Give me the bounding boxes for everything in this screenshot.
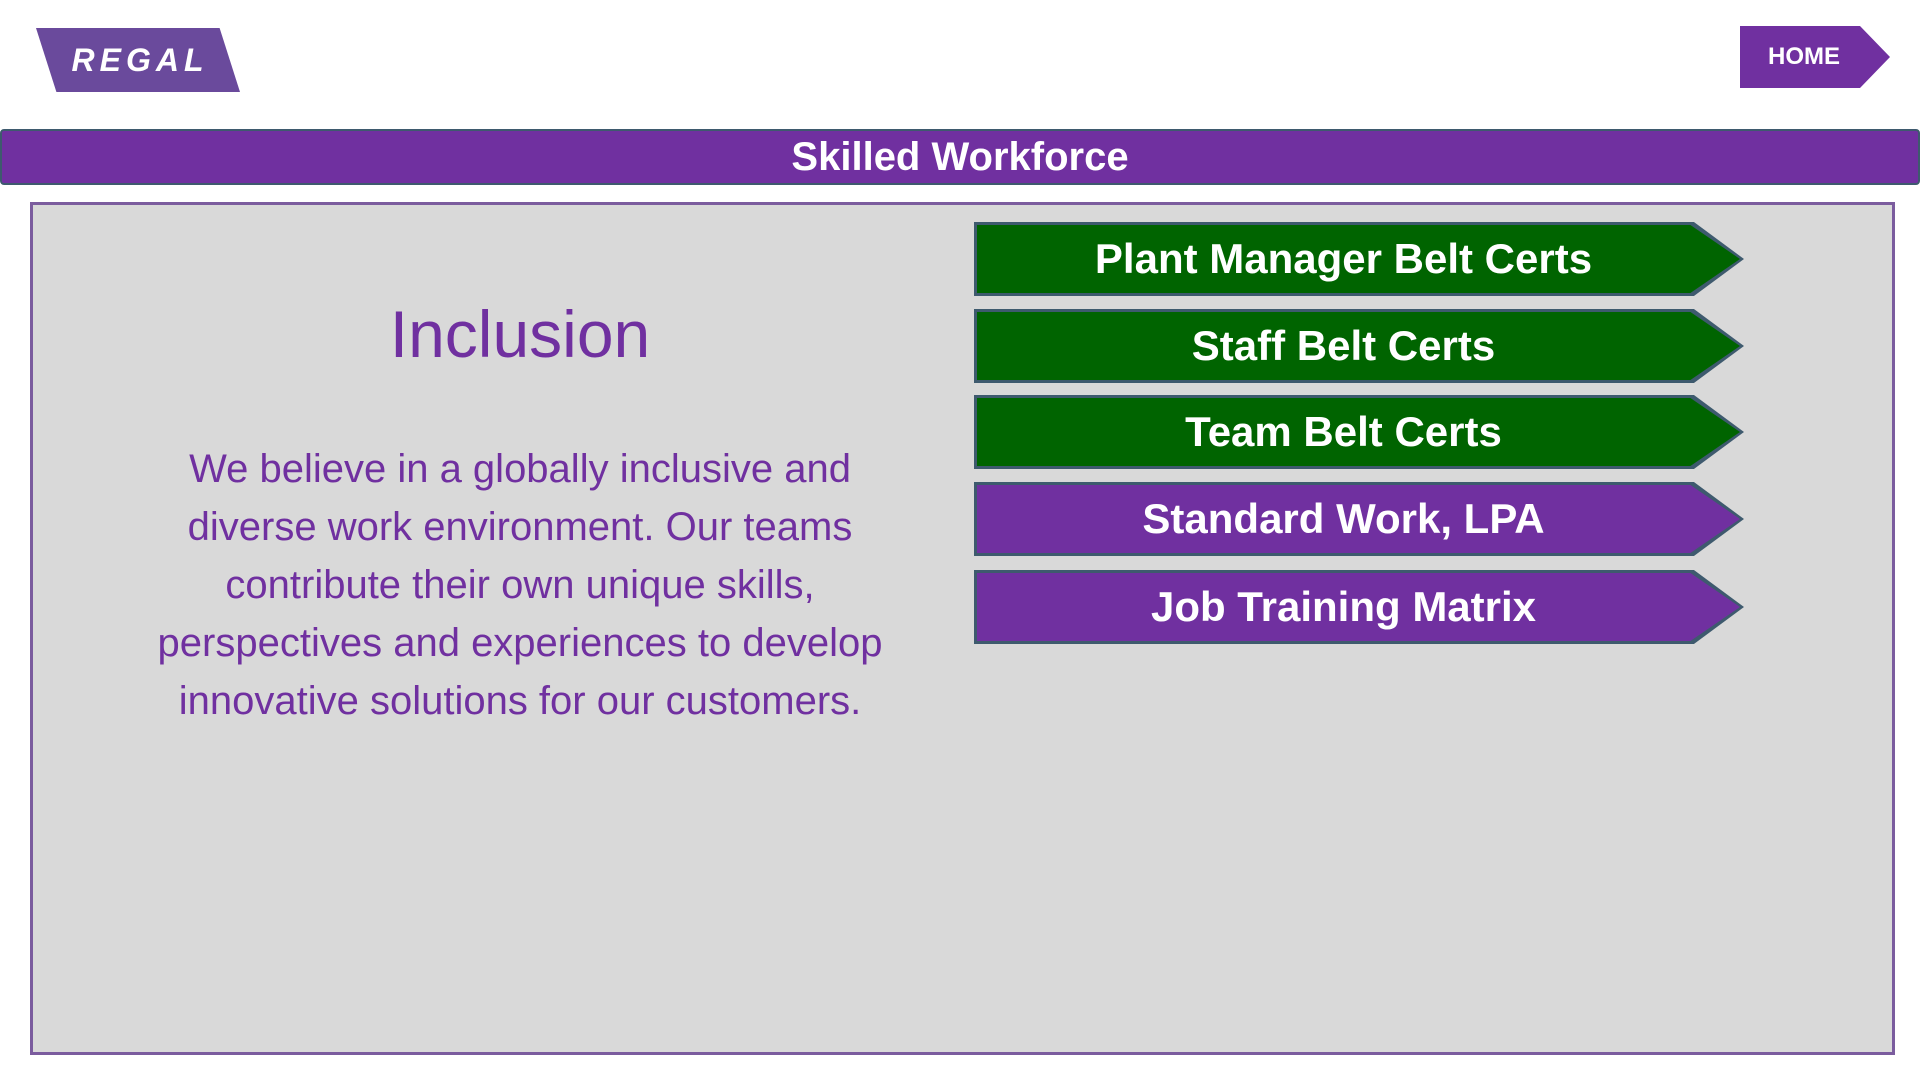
- button-label: Staff Belt Certs: [1191, 322, 1496, 369]
- home-button-label: HOME: [1768, 43, 1840, 70]
- button-label: Plant Manager Belt Certs: [1094, 235, 1593, 282]
- regal-logo: REGAL: [36, 28, 240, 92]
- job-training-matrix-button[interactable]: Job Training Matrix: [974, 570, 1744, 644]
- page-title: Skilled Workforce: [791, 134, 1129, 179]
- standard-work-lpa-button[interactable]: Standard Work, LPA: [974, 482, 1744, 556]
- logo-text: REGAL: [71, 41, 209, 78]
- team-belt-certs-button[interactable]: Team Belt Certs: [974, 395, 1744, 469]
- slide-page: REGAL HOME Skilled Workforce Inclusion W…: [0, 0, 1920, 1080]
- section-body-text: We believe in a globally inclusive and d…: [157, 447, 883, 723]
- title-banner: Skilled Workforce: [0, 129, 1920, 185]
- button-fill: Team Belt Certs: [977, 398, 1740, 466]
- button-fill: Job Training Matrix: [977, 573, 1740, 641]
- button-label: Team Belt Certs: [1185, 408, 1502, 455]
- button-fill: Staff Belt Certs: [977, 312, 1740, 380]
- plant-manager-belt-certs-button[interactable]: Plant Manager Belt Certs: [974, 222, 1744, 296]
- home-button[interactable]: HOME: [1740, 26, 1890, 88]
- staff-belt-certs-button[interactable]: Staff Belt Certs: [974, 309, 1744, 383]
- button-fill: Plant Manager Belt Certs: [977, 225, 1740, 293]
- button-fill: Standard Work, LPA: [977, 485, 1740, 553]
- section-heading: Inclusion: [389, 297, 651, 371]
- button-label: Standard Work, LPA: [1142, 495, 1545, 542]
- button-label: Job Training Matrix: [1150, 583, 1537, 630]
